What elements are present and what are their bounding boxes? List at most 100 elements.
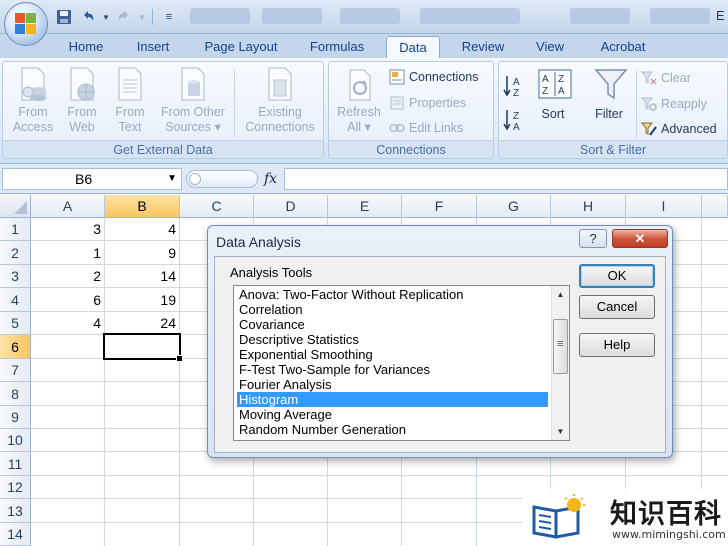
tab-home[interactable]: Home xyxy=(60,36,112,58)
cell-a1[interactable]: 3 xyxy=(31,221,104,237)
existing-connections-button[interactable]: Existing Connections xyxy=(239,66,321,135)
column-header-a[interactable]: A xyxy=(31,195,105,218)
formula-slider[interactable] xyxy=(186,170,258,188)
row-header-3[interactable]: 3 xyxy=(0,265,31,288)
row-header-11[interactable]: 11 xyxy=(0,452,31,476)
formula-input[interactable] xyxy=(284,168,728,190)
tab-formulas[interactable]: Formulas xyxy=(302,36,372,58)
column-header-partial[interactable] xyxy=(702,195,728,218)
cancel-button[interactable]: Cancel xyxy=(579,295,655,319)
selected-cell-b6[interactable] xyxy=(103,333,183,362)
tab-data[interactable]: Data xyxy=(386,36,440,58)
list-scrollbar[interactable]: ▲ ▼ xyxy=(551,286,569,440)
column-header-g[interactable]: G xyxy=(477,195,551,218)
edit-links-button[interactable]: Edit Links xyxy=(389,118,463,138)
row-header-2[interactable]: 2 xyxy=(0,241,31,265)
connections-label: Connections xyxy=(409,70,479,84)
undo-icon[interactable] xyxy=(78,7,98,27)
tab-view[interactable]: View xyxy=(528,36,572,58)
from-web-button[interactable]: From Web xyxy=(59,66,105,135)
scroll-up-icon[interactable]: ▲ xyxy=(552,286,569,303)
chevron-down-icon[interactable]: ▼ xyxy=(102,7,110,27)
redo-icon[interactable] xyxy=(114,7,134,27)
refresh-all-button[interactable]: Refresh All ▾ xyxy=(333,66,385,135)
filter-button[interactable]: Filter xyxy=(585,66,633,122)
sort-ascending-icon[interactable]: AZ xyxy=(503,74,527,99)
cell-b3[interactable]: 14 xyxy=(105,268,179,284)
list-item[interactable]: Random Number Generation xyxy=(237,422,548,437)
sort-descending-icon[interactable]: ZA xyxy=(503,108,527,133)
select-all-corner[interactable] xyxy=(0,195,31,218)
column-header-b[interactable]: B xyxy=(105,195,180,218)
row-header-7[interactable]: 7 xyxy=(0,359,31,382)
row-header-1[interactable]: 1 xyxy=(0,218,31,241)
list-item[interactable]: Correlation xyxy=(237,302,548,317)
help-button[interactable]: Help xyxy=(579,333,655,357)
list-item[interactable]: Fourier Analysis xyxy=(237,377,548,392)
connections-button[interactable]: Connections xyxy=(389,67,479,87)
reapply-filter-button[interactable]: Reapply xyxy=(640,94,707,114)
list-item[interactable]: Moving Average xyxy=(237,407,548,422)
cell-a4[interactable]: 6 xyxy=(31,292,104,308)
list-item[interactable]: Descriptive Statistics xyxy=(237,332,548,347)
cell-b5[interactable]: 24 xyxy=(105,315,179,331)
column-header-f[interactable]: F xyxy=(402,195,477,218)
list-item[interactable]: Exponential Smoothing xyxy=(237,347,548,362)
row-header-5[interactable]: 5 xyxy=(0,312,31,335)
cell-b1[interactable]: 4 xyxy=(105,221,179,237)
chevron-down-icon[interactable]: ▼ xyxy=(167,169,177,189)
refresh-all-line1: Refresh xyxy=(337,105,381,119)
save-icon[interactable] xyxy=(54,7,74,27)
tab-insert[interactable]: Insert xyxy=(126,36,180,58)
gridline xyxy=(179,218,180,546)
tab-page-layout[interactable]: Page Layout xyxy=(196,36,286,58)
column-header-c[interactable]: C xyxy=(180,195,254,218)
advanced-filter-button[interactable]: Advanced xyxy=(640,119,717,139)
column-header-h[interactable]: H xyxy=(551,195,626,218)
slider-knob[interactable] xyxy=(189,173,201,185)
column-header-e[interactable]: E xyxy=(328,195,402,218)
tab-acrobat[interactable]: Acrobat xyxy=(590,36,656,58)
cell-a2[interactable]: 1 xyxy=(31,245,104,261)
row-header-4[interactable]: 4 xyxy=(0,288,31,312)
tab-review[interactable]: Review xyxy=(454,36,512,58)
from-access-line1: From xyxy=(18,105,48,119)
properties-button[interactable]: Properties xyxy=(389,93,466,113)
blurred-title-segment xyxy=(650,8,710,24)
row-header-8[interactable]: 8 xyxy=(0,382,31,406)
insert-function-icon[interactable]: fx xyxy=(264,171,277,187)
list-item[interactable]: Covariance xyxy=(237,317,548,332)
chevron-down-icon[interactable]: ▼ xyxy=(138,7,146,27)
sort-button[interactable]: AZZA Sort xyxy=(533,66,573,122)
list-item-selected[interactable]: Histogram xyxy=(237,392,548,407)
analysis-tools-list[interactable]: Anova: Two-Factor Without Replication Co… xyxy=(233,285,570,441)
office-button[interactable] xyxy=(4,2,48,46)
cell-a5[interactable]: 4 xyxy=(31,315,104,331)
from-text-button[interactable]: From Text xyxy=(107,66,153,135)
from-other-sources-button[interactable]: From Other Sources ▾ xyxy=(155,66,231,135)
row-header-13[interactable]: 13 xyxy=(0,499,31,523)
dialog-help-icon[interactable]: ? xyxy=(579,229,607,248)
row-header-12[interactable]: 12 xyxy=(0,476,31,499)
list-item[interactable]: Anova: Two-Factor Without Replication xyxy=(237,287,548,302)
ok-button[interactable]: OK xyxy=(579,264,655,288)
sort-dialog-icon: AZZA xyxy=(538,66,572,102)
row-header-9[interactable]: 9 xyxy=(0,406,31,429)
from-access-button[interactable]: From Access xyxy=(7,66,59,135)
column-header-i[interactable]: I xyxy=(626,195,702,218)
scroll-down-icon[interactable]: ▼ xyxy=(552,423,569,440)
list-item[interactable]: F-Test Two-Sample for Variances xyxy=(237,362,548,377)
dialog-close-icon[interactable]: ✕ xyxy=(612,229,668,248)
row-header-6[interactable]: 6 xyxy=(0,335,31,359)
scrollbar-thumb[interactable] xyxy=(553,319,568,374)
cell-a3[interactable]: 2 xyxy=(31,268,104,284)
customize-toolbar-icon[interactable]: ≡ xyxy=(159,7,179,27)
row-header-14[interactable]: 14 xyxy=(0,523,31,546)
cell-b2[interactable]: 9 xyxy=(105,245,179,261)
clear-filter-button[interactable]: Clear xyxy=(640,68,691,88)
cell-b4[interactable]: 19 xyxy=(105,292,179,308)
blurred-title-segment xyxy=(340,8,400,24)
row-header-10[interactable]: 10 xyxy=(0,429,31,452)
column-header-d[interactable]: D xyxy=(254,195,328,218)
name-box[interactable]: B6 ▼ xyxy=(2,168,182,190)
